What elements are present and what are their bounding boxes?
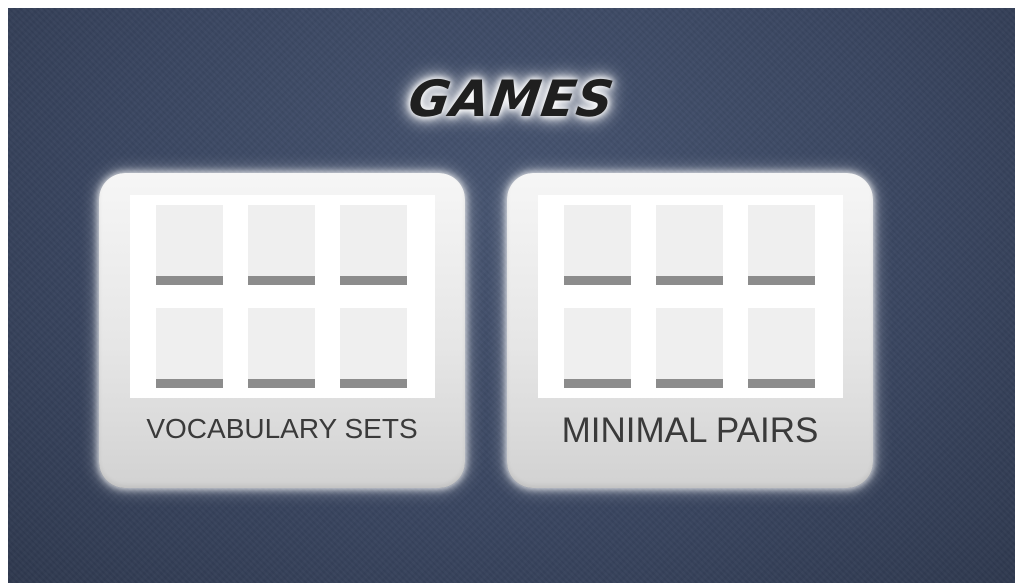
- vocabulary-sets-button[interactable]: VOCABULARY SETS: [99, 173, 465, 488]
- tile-caption-bar: [248, 379, 315, 388]
- tile-caption-bar: [156, 379, 223, 388]
- preview-tile: [156, 308, 223, 388]
- tile-caption-bar: [656, 276, 723, 285]
- games-screen: GAMES VOCABULARY SETS MINIMAL PAIRS: [8, 8, 1015, 583]
- preview-tile: [748, 205, 815, 285]
- preview-tile: [564, 308, 631, 388]
- tile-caption-bar: [248, 276, 315, 285]
- preview-tile: [156, 205, 223, 285]
- preview-tile: [248, 308, 315, 388]
- tile-caption-bar: [748, 276, 815, 285]
- tile-caption-bar: [340, 276, 407, 285]
- tile-caption-bar: [340, 379, 407, 388]
- minimal-pairs-preview-image: [538, 195, 843, 398]
- minimal-pairs-button[interactable]: MINIMAL PAIRS: [507, 173, 873, 488]
- vocabulary-sets-preview-image: [130, 195, 435, 398]
- preview-tile: [656, 205, 723, 285]
- tile-caption-bar: [656, 379, 723, 388]
- preview-tile: [656, 308, 723, 388]
- vocabulary-sets-label: VOCABULARY SETS: [146, 413, 418, 444]
- preview-tile: [340, 308, 407, 388]
- tile-caption-bar: [748, 379, 815, 388]
- preview-tile: [248, 205, 315, 285]
- preview-tile: [748, 308, 815, 388]
- tile-caption-bar: [564, 276, 631, 285]
- tile-caption-bar: [156, 276, 223, 285]
- minimal-pairs-label: MINIMAL PAIRS: [561, 411, 819, 450]
- tile-caption-bar: [564, 379, 631, 388]
- preview-tile: [340, 205, 407, 285]
- page-title: GAMES: [405, 70, 618, 128]
- preview-tile: [564, 205, 631, 285]
